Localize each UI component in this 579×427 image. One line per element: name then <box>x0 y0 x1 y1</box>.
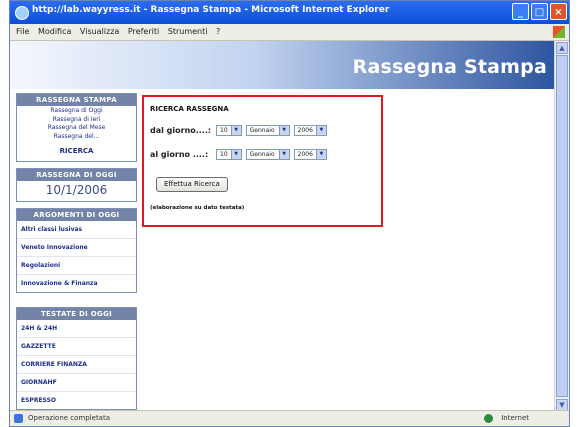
today-date: 10/1/2006 <box>45 183 108 197</box>
menu-visualizza[interactable]: Visualizza <box>80 24 119 40</box>
menu-help[interactable]: ? <box>216 24 220 40</box>
list-item[interactable]: GIORNAHF <box>17 374 136 392</box>
from-day-select[interactable]: 10 ▼ <box>216 125 242 136</box>
from-year-select[interactable]: 2006 ▼ <box>293 125 327 136</box>
sidebar-link-mese[interactable]: Rassegna del Mese <box>17 123 136 132</box>
box-rassegna-oggi: RASSEGNA DI OGGI 10/1/2006 <box>16 168 137 202</box>
chevron-down-icon: ▼ <box>278 150 289 159</box>
close-button[interactable]: × <box>550 3 567 20</box>
scroll-thumb[interactable] <box>556 55 568 397</box>
to-year-value: 2006 <box>297 151 313 158</box>
list-item[interactable]: GAZZETTE <box>17 338 136 356</box>
vertical-scrollbar[interactable]: ▲ ▼ <box>554 41 569 412</box>
maximize-button[interactable]: □ <box>531 3 548 20</box>
from-date-row: dal giorno....: 10 ▼ Gennaio ▼ 2006 ▼ <box>150 125 331 136</box>
sidebar-link-other[interactable]: Rassegna del... <box>17 132 136 141</box>
from-month-value: Gennaio <box>249 127 275 134</box>
list-item[interactable]: Veneto Innovazione <box>17 239 136 257</box>
chevron-down-icon: ▼ <box>230 150 241 159</box>
chevron-down-icon: ▼ <box>315 126 326 135</box>
status-bar: Operazione completata Internet <box>10 410 569 426</box>
list-item[interactable]: ESPRESSO <box>17 392 136 409</box>
internet-zone-icon <box>484 414 493 423</box>
site-title: Rassegna Stampa <box>352 56 547 78</box>
menu-bar: File Modifica Visualizza Preferiti Strum… <box>10 24 569 41</box>
to-date-row: al giorno ....: 10 ▼ Gennaio ▼ 2006 ▼ <box>150 149 331 160</box>
title-bar: http://lab.wayyress.it - Rassegna Stampa… <box>10 1 569 24</box>
search-button[interactable]: Effettua Ricerca <box>156 177 228 192</box>
browser-window: http://lab.wayyress.it - Rassegna Stampa… <box>9 0 570 427</box>
list-item[interactable]: Altri classi lusivas <box>17 221 136 239</box>
to-month-select[interactable]: Gennaio ▼ <box>245 149 290 160</box>
page-content: Rassegna Stampa RASSEGNA STAMPA Rassegna… <box>10 41 555 412</box>
search-note: (elaborazione su dato testata) <box>150 205 245 211</box>
search-panel: RICERCA RASSEGNA dal giorno....: 10 ▼ Gen… <box>142 95 383 227</box>
chevron-down-icon: ▼ <box>278 126 289 135</box>
list-item[interactable]: 24H & 24H <box>17 320 136 338</box>
box-heading: ARGOMENTI DI OGGI <box>17 209 136 221</box>
to-day-value: 10 <box>220 151 228 158</box>
zone-text: Internet <box>501 414 529 422</box>
window-title: http://lab.wayyress.it - Rassegna Stampa… <box>32 5 390 15</box>
chevron-down-icon: ▼ <box>230 126 241 135</box>
box-heading: RASSEGNA DI OGGI <box>17 169 136 181</box>
list-item[interactable]: Innovazione & Finanza <box>17 275 136 292</box>
list-item[interactable]: Regolazioni <box>17 257 136 275</box>
search-title: RICERCA RASSEGNA <box>150 105 229 113</box>
ie-icon <box>15 6 29 20</box>
sidebar-link-ricerca[interactable]: RICERCA <box>17 140 136 161</box>
windows-logo-icon <box>553 26 565 38</box>
from-label: dal giorno....: <box>150 126 212 135</box>
box-testate: TESTATE DI OGGI 24H & 24H GAZZETTE CORRI… <box>16 307 137 410</box>
status-text: Operazione completata <box>28 414 111 422</box>
box-heading: RASSEGNA STAMPA <box>17 94 136 106</box>
menu-preferiti[interactable]: Preferiti <box>128 24 159 40</box>
from-year-value: 2006 <box>297 127 313 134</box>
minimize-button[interactable]: _ <box>512 3 529 20</box>
page-icon <box>14 414 23 423</box>
from-day-value: 10 <box>220 127 228 134</box>
box-heading: TESTATE DI OGGI <box>17 308 136 320</box>
box-rassegna-stampa: RASSEGNA STAMPA Rassegna di Oggi Rassegn… <box>16 93 137 162</box>
sidebar-link-oggi[interactable]: Rassegna di Oggi <box>17 106 136 115</box>
to-label: al giorno ....: <box>150 150 209 159</box>
box-argomenti: ARGOMENTI DI OGGI Altri classi lusivas V… <box>16 208 137 293</box>
list-item[interactable]: CORRIERE FINANZA <box>17 356 136 374</box>
site-header: Rassegna Stampa <box>10 41 555 89</box>
scroll-up-icon[interactable]: ▲ <box>556 42 568 54</box>
to-day-select[interactable]: 10 ▼ <box>216 149 242 160</box>
chevron-down-icon: ▼ <box>315 150 326 159</box>
to-year-select[interactable]: 2006 ▼ <box>293 149 327 160</box>
from-month-select[interactable]: Gennaio ▼ <box>245 125 290 136</box>
menu-strumenti[interactable]: Strumenti <box>168 24 208 40</box>
menu-modifica[interactable]: Modifica <box>38 24 71 40</box>
sidebar: RASSEGNA STAMPA Rassegna di Oggi Rassegn… <box>16 93 137 416</box>
menu-file[interactable]: File <box>16 24 29 40</box>
to-month-value: Gennaio <box>249 151 275 158</box>
sidebar-link-ieri[interactable]: Rassegna di Ieri <box>17 115 136 124</box>
